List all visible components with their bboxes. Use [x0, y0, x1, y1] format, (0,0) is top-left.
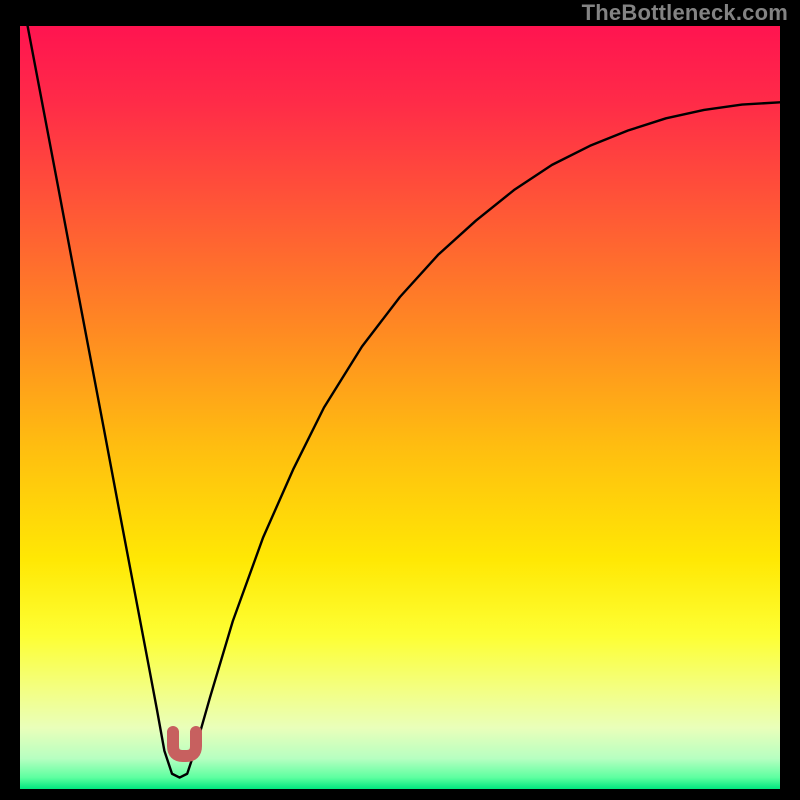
watermark-text: TheBottleneck.com: [582, 0, 788, 26]
chart-background: [20, 26, 780, 789]
chart-container: TheBottleneck.com: [0, 0, 800, 800]
plot-area: [20, 26, 780, 789]
bottleneck-chart: [20, 26, 780, 789]
